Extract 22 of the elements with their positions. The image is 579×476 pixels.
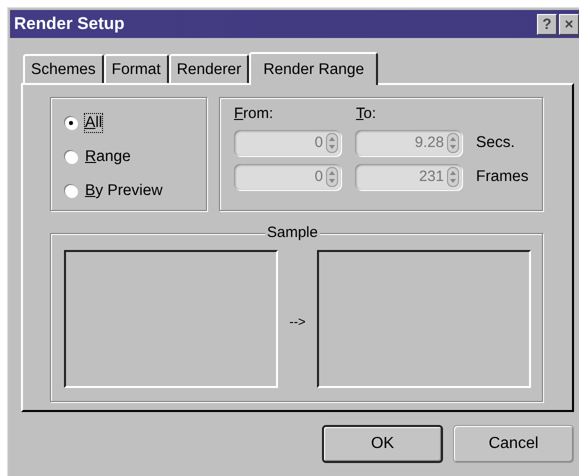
tab[interactable]: Renderer xyxy=(168,54,250,83)
unit-label: Frames xyxy=(476,168,529,186)
radio-option[interactable]: Range xyxy=(65,144,206,170)
close-button[interactable]: × xyxy=(559,14,579,34)
to-label: To: xyxy=(356,104,378,122)
unit-label: Secs. xyxy=(476,134,515,152)
spinner-icon[interactable] xyxy=(447,132,459,152)
group-title: Sample xyxy=(265,224,320,241)
spinner-icon[interactable] xyxy=(326,132,338,152)
tab[interactable]: Schemes xyxy=(23,54,104,83)
tab[interactable]: Format xyxy=(104,54,169,83)
tab[interactable]: Render Range xyxy=(249,52,378,85)
window-title: Render Setup xyxy=(14,14,126,34)
help-button[interactable]: ? xyxy=(537,14,557,34)
from-label: From: xyxy=(234,104,274,122)
radio-option[interactable]: By Preview xyxy=(65,178,206,204)
radio-option[interactable]: All xyxy=(65,110,206,136)
spinner-icon[interactable] xyxy=(326,166,338,186)
dialog-button[interactable]: OK xyxy=(322,425,443,463)
arrow-text: --> xyxy=(288,314,307,329)
dialog-button[interactable]: Cancel xyxy=(453,425,574,463)
spinner-icon[interactable] xyxy=(447,166,459,186)
